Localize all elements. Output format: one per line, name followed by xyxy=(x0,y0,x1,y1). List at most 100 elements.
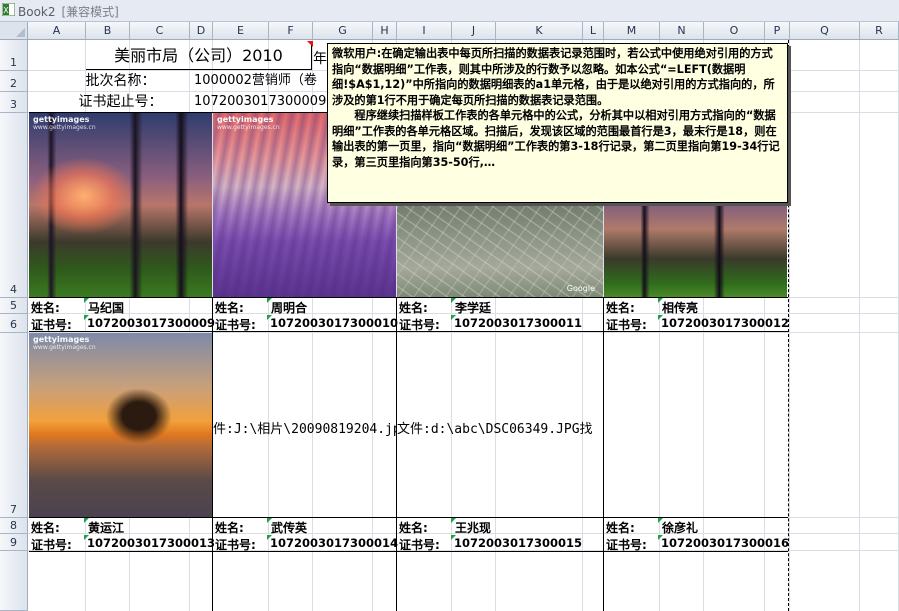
select-all-button[interactable] xyxy=(0,22,28,40)
cell-comment-box[interactable]: 微软用户:在确定输出表中每页所扫描的数据表记录范围时，若公式中使用绝对引用的方式… xyxy=(327,43,788,203)
name-label: 姓名: xyxy=(215,301,244,315)
cert-no-label: 证书号: xyxy=(215,318,256,332)
excel-icon: X xyxy=(2,3,15,16)
error-indicator[interactable] xyxy=(658,535,663,540)
grid-line xyxy=(789,40,790,611)
photo-forest-sunset: gettyimages www.gettyimages.cn xyxy=(29,113,212,297)
cert-number: 1072003017300013 xyxy=(87,536,216,550)
compat-mode-label: [兼容模式] xyxy=(61,5,119,19)
error-indicator[interactable] xyxy=(84,518,89,523)
column-header-D[interactable]: D xyxy=(190,22,213,40)
person-name: 徐彦礼 xyxy=(662,521,699,535)
title-cell-fragment: 年 xyxy=(313,51,327,67)
column-header-M[interactable]: M xyxy=(604,22,660,40)
column-header-I[interactable]: I xyxy=(397,22,452,40)
svg-text:X: X xyxy=(3,6,9,15)
grid-line xyxy=(859,40,860,611)
row-header-3[interactable]: 3 xyxy=(0,92,28,113)
cert-number: 1072003017300009 xyxy=(87,316,216,330)
error-indicator[interactable] xyxy=(267,518,272,523)
batch-name-label: 批次名称： xyxy=(85,73,156,89)
column-header-N[interactable]: N xyxy=(660,22,704,40)
column-header-F[interactable]: F xyxy=(269,22,313,40)
column-header-J[interactable]: J xyxy=(452,22,496,40)
person-name: 相传亮 xyxy=(662,301,699,315)
error-indicator[interactable] xyxy=(658,518,663,523)
cert-no-label: 证书号: xyxy=(215,538,256,552)
person-name: 周明合 xyxy=(271,301,308,315)
row-header-10[interactable] xyxy=(0,551,28,611)
cert-range-label: 证书起止号： xyxy=(78,94,163,110)
cert-no-label: 证书号: xyxy=(606,538,647,552)
error-indicator[interactable] xyxy=(84,315,89,320)
error-indicator[interactable] xyxy=(451,518,456,523)
person-name: 武传英 xyxy=(271,521,308,535)
column-header-H[interactable]: H xyxy=(373,22,397,40)
error-indicator[interactable] xyxy=(451,315,456,320)
error-indicator[interactable] xyxy=(267,315,272,320)
missing-photo-path-1: 件:J:\相片\20090819204.jp xyxy=(213,422,396,437)
report-title: 美丽市局（公司）2010 xyxy=(86,41,312,70)
batch-name-value: 1000002营销师（卷 xyxy=(194,73,317,88)
row-header-9[interactable]: 9 xyxy=(0,534,28,551)
photo-satellite-map: Google xyxy=(397,200,603,297)
table-border xyxy=(396,297,397,611)
cert-no-label: 证书号: xyxy=(399,318,440,332)
column-header-E[interactable]: E xyxy=(213,22,269,40)
row-header-7[interactable]: 7 xyxy=(0,333,28,518)
google-logo: Google xyxy=(566,284,595,293)
column-header-O[interactable]: O xyxy=(704,22,765,40)
photo-forest-green xyxy=(604,200,787,297)
cert-no-label: 证书号: xyxy=(31,318,72,332)
table-border xyxy=(212,297,213,611)
column-header-R[interactable]: R xyxy=(860,22,899,40)
column-header-K[interactable]: K xyxy=(496,22,583,40)
photo-watermark: gettyimages www.gettyimages.cn xyxy=(33,115,96,131)
column-header-B[interactable]: B xyxy=(86,22,130,40)
error-indicator[interactable] xyxy=(451,535,456,540)
row-header-6[interactable]: 6 xyxy=(0,314,28,333)
comment-text-2: 程序继续扫描样板工作表的各单元格中的公式，分析其中以相对引用方式指向的“数据明细… xyxy=(332,109,780,169)
table-border xyxy=(29,112,327,113)
column-header-Q[interactable]: Q xyxy=(790,22,860,40)
row-header-1[interactable]: 1 xyxy=(0,40,28,71)
cert-no-label: 证书号: xyxy=(31,538,72,552)
person-name: 马纪国 xyxy=(88,301,125,315)
cert-no-label: 证书号: xyxy=(399,538,440,552)
cert-number: 1072003017300010 xyxy=(270,316,399,330)
error-indicator[interactable] xyxy=(267,535,272,540)
row-header-4[interactable]: 4 xyxy=(0,113,28,298)
name-label: 姓名: xyxy=(31,521,60,535)
error-indicator[interactable] xyxy=(84,298,89,303)
column-header-P[interactable]: P xyxy=(765,22,790,40)
column-header-G[interactable]: G xyxy=(313,22,373,40)
photo-watermark: gettyimages www.gettyimages.cn xyxy=(33,335,96,351)
cert-number: 1072003017300016 xyxy=(661,536,790,550)
table-border xyxy=(29,517,788,518)
column-header-L[interactable]: L xyxy=(583,22,604,40)
error-indicator[interactable] xyxy=(451,298,456,303)
name-label: 姓名: xyxy=(606,301,635,315)
row-header-2[interactable]: 2 xyxy=(0,71,28,92)
cert-number: 1072003017300015 xyxy=(454,536,583,550)
title-bar: X Book2 [兼容模式] xyxy=(0,0,899,22)
comment-text-1: 微软用户:在确定输出表中每页所扫描的数据表记录范围时，若公式中使用绝对引用的方式… xyxy=(332,47,775,107)
photo-watermark: gettyimages www.gettyimages.cn xyxy=(217,115,280,131)
column-header-C[interactable]: C xyxy=(130,22,190,40)
error-indicator[interactable] xyxy=(267,298,272,303)
row-header-5[interactable]: 5 xyxy=(0,298,28,314)
cert-no-label: 证书号: xyxy=(606,318,647,332)
name-label: 姓名: xyxy=(606,521,635,535)
person-name: 李学廷 xyxy=(455,301,492,315)
comment-indicator[interactable] xyxy=(307,41,313,47)
cert-number: 1072003017300012 xyxy=(661,316,790,330)
error-indicator[interactable] xyxy=(658,298,663,303)
error-indicator[interactable] xyxy=(84,535,89,540)
row-header-8[interactable]: 8 xyxy=(0,518,28,534)
missing-photo-path-2: 文件:d:\abc\DSC06349.JPG找 xyxy=(397,422,593,437)
column-header-A[interactable]: A xyxy=(28,22,86,40)
name-label: 姓名: xyxy=(399,301,428,315)
error-indicator[interactable] xyxy=(658,315,663,320)
name-label: 姓名: xyxy=(215,521,244,535)
cert-number: 1072003017300011 xyxy=(454,316,583,330)
